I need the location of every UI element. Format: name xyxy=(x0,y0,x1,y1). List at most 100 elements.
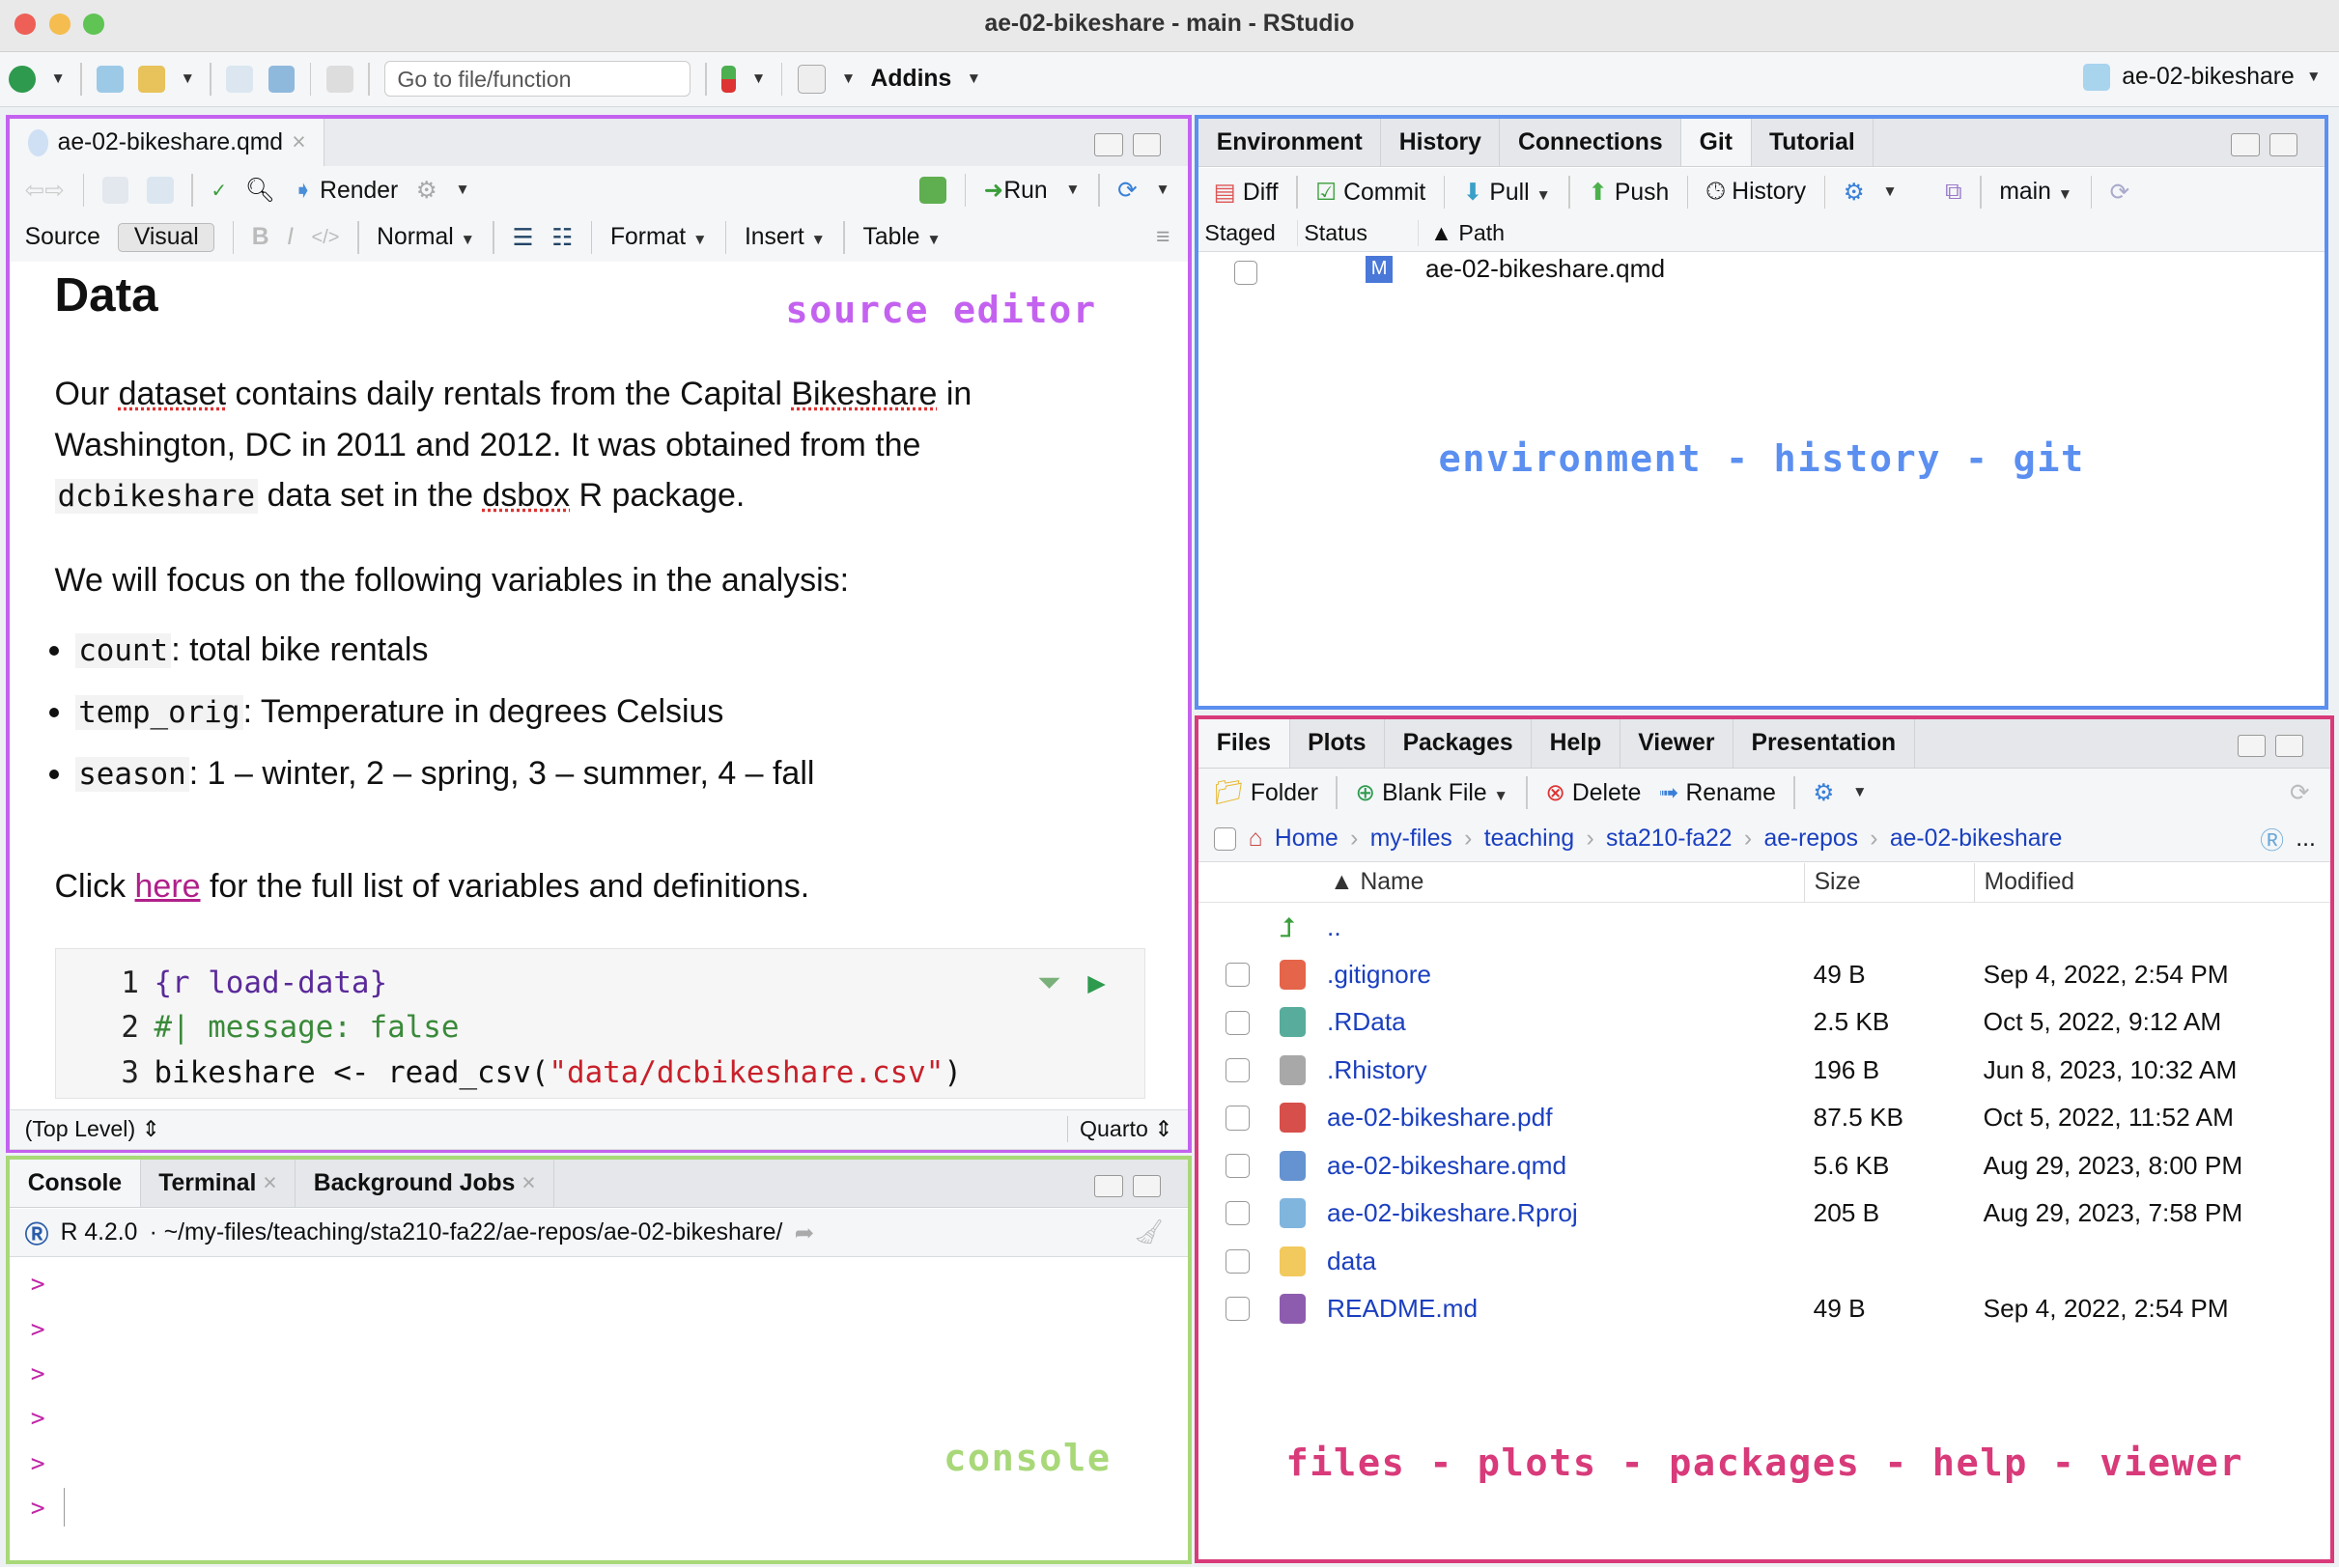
tab-history[interactable]: History xyxy=(1381,118,1501,167)
maximize-icon[interactable] xyxy=(2274,734,2304,758)
search-icon[interactable]: 🔍︎ xyxy=(245,177,275,205)
minimize-icon[interactable] xyxy=(2237,734,2267,758)
pane-minmax[interactable] xyxy=(2231,133,2298,156)
clear-console-icon[interactable]: 🧹︎ xyxy=(1134,1218,1164,1246)
file-checkbox[interactable] xyxy=(1226,1106,1251,1131)
tab-ae-02-bikeshare-qmd[interactable]: ae-02-bikeshare.qmd × xyxy=(10,118,325,167)
parent-directory-row[interactable]: ⮥ .. xyxy=(1198,905,2330,952)
rename-button[interactable]: ➟ Rename xyxy=(1659,778,1776,807)
file-name-link[interactable]: data xyxy=(1327,1246,1376,1276)
gear-icon[interactable]: ⚙ xyxy=(1813,778,1834,807)
breadcrumb-home[interactable]: Home xyxy=(1275,826,1339,853)
branch-icon[interactable]: ⧉ xyxy=(1945,179,1962,206)
bullet-list-icon[interactable]: ☰ xyxy=(513,223,534,252)
insert-menu[interactable]: Insert ▼ xyxy=(745,224,826,251)
insert-chunk-icon[interactable] xyxy=(919,177,947,204)
tab-files[interactable]: Files xyxy=(1198,719,1290,768)
commit-button[interactable]: ☑ Commit xyxy=(1315,178,1425,207)
column-modified[interactable]: Modified xyxy=(1974,862,2074,902)
addins-menu[interactable]: Addins xyxy=(871,66,952,93)
git-history-button[interactable]: 🕒︎ History xyxy=(1706,179,1806,206)
file-checkbox[interactable] xyxy=(1226,1010,1251,1035)
file-row[interactable]: .gitignore 49 B Sep 4, 2022, 2:54 PM xyxy=(1198,952,2330,999)
file-name-link[interactable]: ae-02-bikeshare.pdf xyxy=(1327,1103,1552,1133)
tab-viewer[interactable]: Viewer xyxy=(1620,719,1733,768)
push-button[interactable]: ⬆ Push xyxy=(1588,178,1669,207)
maximize-icon[interactable] xyxy=(2269,133,2298,156)
console-output[interactable]: > > > > > > console xyxy=(10,1258,1188,1560)
file-row[interactable]: README.md 49 B Sep 4, 2022, 2:54 PM xyxy=(1198,1286,2330,1333)
outline-icon[interactable]: ≡ xyxy=(1156,224,1170,251)
close-tab-icon[interactable]: × xyxy=(521,1170,535,1196)
breadcrumb-ae-repos[interactable]: ae-repos xyxy=(1763,826,1858,853)
doc-type-selector[interactable]: Quarto ⇕ xyxy=(1066,1116,1173,1143)
more-button[interactable]: ... xyxy=(2296,826,2316,853)
file-name-link[interactable]: ae-02-bikeshare.qmd xyxy=(1327,1151,1566,1181)
bold-button[interactable]: B xyxy=(252,224,269,251)
tab-terminal[interactable]: Terminal × xyxy=(141,1160,296,1208)
file-name-link[interactable]: README.md xyxy=(1327,1294,1478,1324)
project-menu[interactable]: ae-02-bikeshare ▼ xyxy=(2083,64,2321,92)
file-row[interactable]: ae-02-bikeshare.pdf 87.5 KB Oct 5, 2022, 1… xyxy=(1198,1096,2330,1143)
visual-mode-button[interactable]: Visual xyxy=(118,223,215,253)
column-name[interactable]: ▲ Name xyxy=(1330,869,1423,896)
tab-background-jobs[interactable]: Background Jobs × xyxy=(296,1160,555,1208)
file-row[interactable]: ae-02-bikeshare.qmd 5.6 KB Aug 29, 2023, 8… xyxy=(1198,1143,2330,1190)
breadcrumb-ae-02-bikeshare[interactable]: ae-02-bikeshare xyxy=(1890,826,2063,853)
file-name-link[interactable]: .gitignore xyxy=(1327,960,1431,990)
file-row[interactable]: data xyxy=(1198,1239,2330,1286)
format-menu[interactable]: Format ▼ xyxy=(610,224,707,251)
go-to-file-input[interactable]: Go to file/function xyxy=(383,61,690,98)
blank-file-button[interactable]: ⊕ Blank File ▼ xyxy=(1356,778,1508,807)
breadcrumb-sta210-fa22[interactable]: sta210-fa22 xyxy=(1606,826,1732,853)
save-all-icon[interactable] xyxy=(268,65,296,93)
table-menu[interactable]: Table ▼ xyxy=(862,224,941,251)
scope-selector[interactable]: (Top Level) ⇕ xyxy=(25,1116,160,1142)
tab-tutorial[interactable]: Tutorial xyxy=(1752,118,1874,167)
pane-minmax[interactable] xyxy=(1094,1174,1162,1198)
delete-button[interactable]: ⊗ Delete xyxy=(1545,778,1641,807)
rerun-icon[interactable]: ⟳ xyxy=(1117,176,1138,205)
file-row[interactable]: .RData 2.5 KB Oct 5, 2022, 9:12 AM xyxy=(1198,1000,2330,1048)
code-chunk[interactable]: ⏷ ▶ 1 {r load-data} 2 #| message: false 3b… xyxy=(54,947,1146,1100)
parent-link[interactable]: .. xyxy=(1327,912,1341,942)
close-tab-icon[interactable]: × xyxy=(292,119,305,166)
file-name-link[interactable]: .RData xyxy=(1327,1007,1406,1037)
file-row[interactable]: .Rhistory 196 B Jun 8, 2023, 10:32 AM xyxy=(1198,1048,2330,1095)
maximize-icon[interactable] xyxy=(1132,1174,1162,1198)
file-row[interactable]: ae-02-bikeshare.Rproj 205 B Aug 29, 2023, … xyxy=(1198,1190,2330,1238)
save-icon[interactable] xyxy=(146,177,174,204)
show-in-window-icon[interactable] xyxy=(101,177,129,204)
tab-console[interactable]: Console xyxy=(10,1160,141,1208)
breadcrumb-teaching[interactable]: teaching xyxy=(1484,826,1574,853)
tab-presentation[interactable]: Presentation xyxy=(1733,719,1915,768)
file-checkbox[interactable] xyxy=(1226,1297,1251,1322)
new-project-icon[interactable] xyxy=(97,65,124,93)
visual-editor[interactable]: source editor Data Our dataset contains … xyxy=(10,262,1189,1106)
file-checkbox[interactable] xyxy=(1226,1058,1251,1083)
tab-git[interactable]: Git xyxy=(1681,118,1752,167)
go-to-directory-icon[interactable]: ➦ xyxy=(795,1218,815,1247)
tab-connections[interactable]: Connections xyxy=(1500,118,1682,167)
column-staged[interactable]: Staged xyxy=(1204,220,1299,247)
tab-packages[interactable]: Packages xyxy=(1385,719,1533,768)
pane-layout-icon[interactable] xyxy=(797,64,827,94)
tab-environment[interactable]: Environment xyxy=(1198,118,1382,167)
minimize-icon[interactable] xyxy=(1094,133,1124,156)
tab-plots[interactable]: Plots xyxy=(1290,719,1386,768)
refresh-icon[interactable]: ⟳ xyxy=(2290,778,2310,807)
minimize-icon[interactable] xyxy=(1094,1174,1124,1198)
file-checkbox[interactable] xyxy=(1226,1153,1251,1178)
diff-button[interactable]: ▤ Diff xyxy=(1214,178,1279,207)
new-folder-button[interactable]: 📁︎ Folder xyxy=(1214,779,1318,807)
pull-button[interactable]: ⬇ Pull ▼ xyxy=(1463,178,1551,207)
numbered-list-icon[interactable]: ☷ xyxy=(551,223,573,252)
gear-icon[interactable]: ⚙ xyxy=(416,176,437,205)
new-file-icon[interactable] xyxy=(9,65,37,93)
file-checkbox[interactable] xyxy=(1226,1248,1251,1274)
column-status[interactable]: Status xyxy=(1298,220,1419,247)
git-vcs-icon[interactable] xyxy=(721,65,737,93)
refresh-icon[interactable]: ⟳ xyxy=(2110,178,2130,207)
select-all-checkbox[interactable] xyxy=(1213,827,1237,851)
breadcrumb-my-files[interactable]: my-files xyxy=(1370,826,1452,853)
